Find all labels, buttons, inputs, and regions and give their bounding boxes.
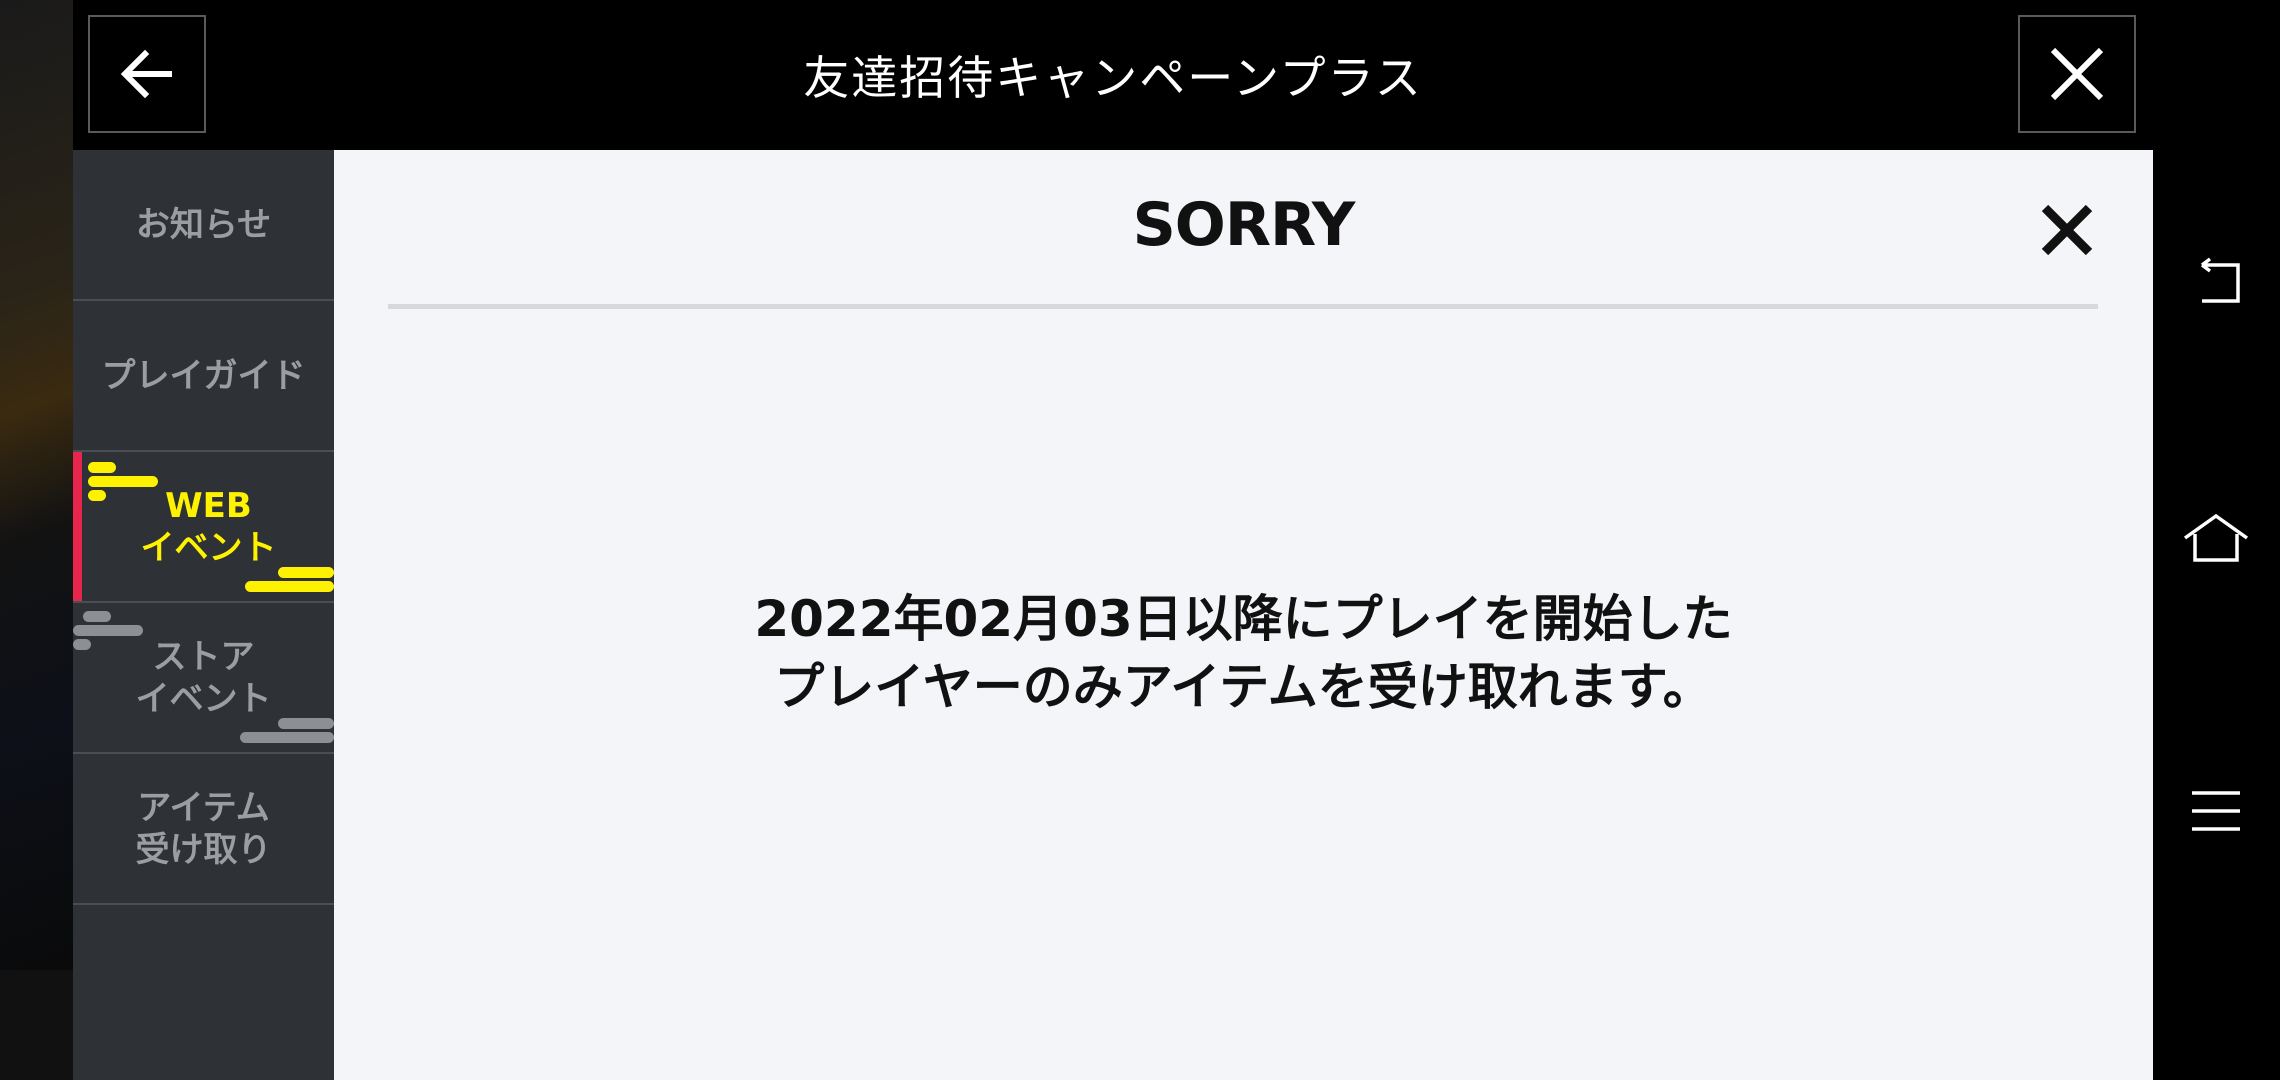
close-icon [2041,204,2093,256]
sidebar-item-label: WEB イベント [140,485,277,568]
system-nav-bar [2153,0,2280,1080]
sidebar-item-play-guide[interactable]: プレイガイド [73,301,334,452]
decor-dash [73,639,91,650]
decor-dash [88,490,106,501]
dialog-close-button[interactable] [2037,200,2097,260]
close-webview-button[interactable] [2018,15,2136,133]
decor-dash [73,625,143,636]
sidebar-item-label: ストア イベント [135,636,272,719]
home-icon [2183,513,2249,562]
back-button[interactable] [88,15,206,133]
menu-icon [2192,791,2240,831]
dialog-message: 2022年02月03日以降にプレイを開始した プレイヤーのみアイテムを受け取れま… [754,590,1733,716]
back-icon [2200,257,2240,303]
sidebar-item-notices[interactable]: お知らせ [73,150,334,301]
decor-dash [83,611,111,622]
divider [388,304,2098,309]
close-icon [2050,47,2104,101]
nav-home-button[interactable] [2178,500,2254,576]
content-panel: SORRY 2022年02月03日以降にプレイを開始した プレイヤーのみアイテム… [334,150,2153,1080]
active-indicator [73,452,82,601]
page-title: 友達招待キャンペーンプラス [803,51,1423,105]
sidebar-item-label: プレイガイド [101,355,306,396]
sidebar-item-label: お知らせ [135,204,272,245]
sidebar-item-store-event[interactable]: ストア イベント [73,603,334,754]
sidebar-item-web-event[interactable]: WEB イベント [73,452,334,603]
background-game-scene [0,0,73,970]
sidebar-item-item-receipt[interactable]: アイテム 受け取り [73,754,334,905]
background-game-scene-bottom [0,970,73,1080]
decor-dash [240,732,334,743]
sidebar: お知らせ プレイガイド WEB イベント ストア イベント アイテム 受け取り [73,150,334,1080]
header-bar: 友達招待キャンペーンプラス [73,0,2153,150]
nav-back-button[interactable] [2178,245,2254,321]
decor-dash [245,581,334,592]
dialog-title: SORRY [1132,190,1356,260]
decor-dash [278,718,334,729]
nav-menu-button[interactable] [2178,773,2254,849]
decor-dash [88,462,116,473]
arrow-left-icon [120,49,172,99]
decor-dash [278,567,334,578]
sidebar-item-label: アイテム 受け取り [135,787,272,870]
